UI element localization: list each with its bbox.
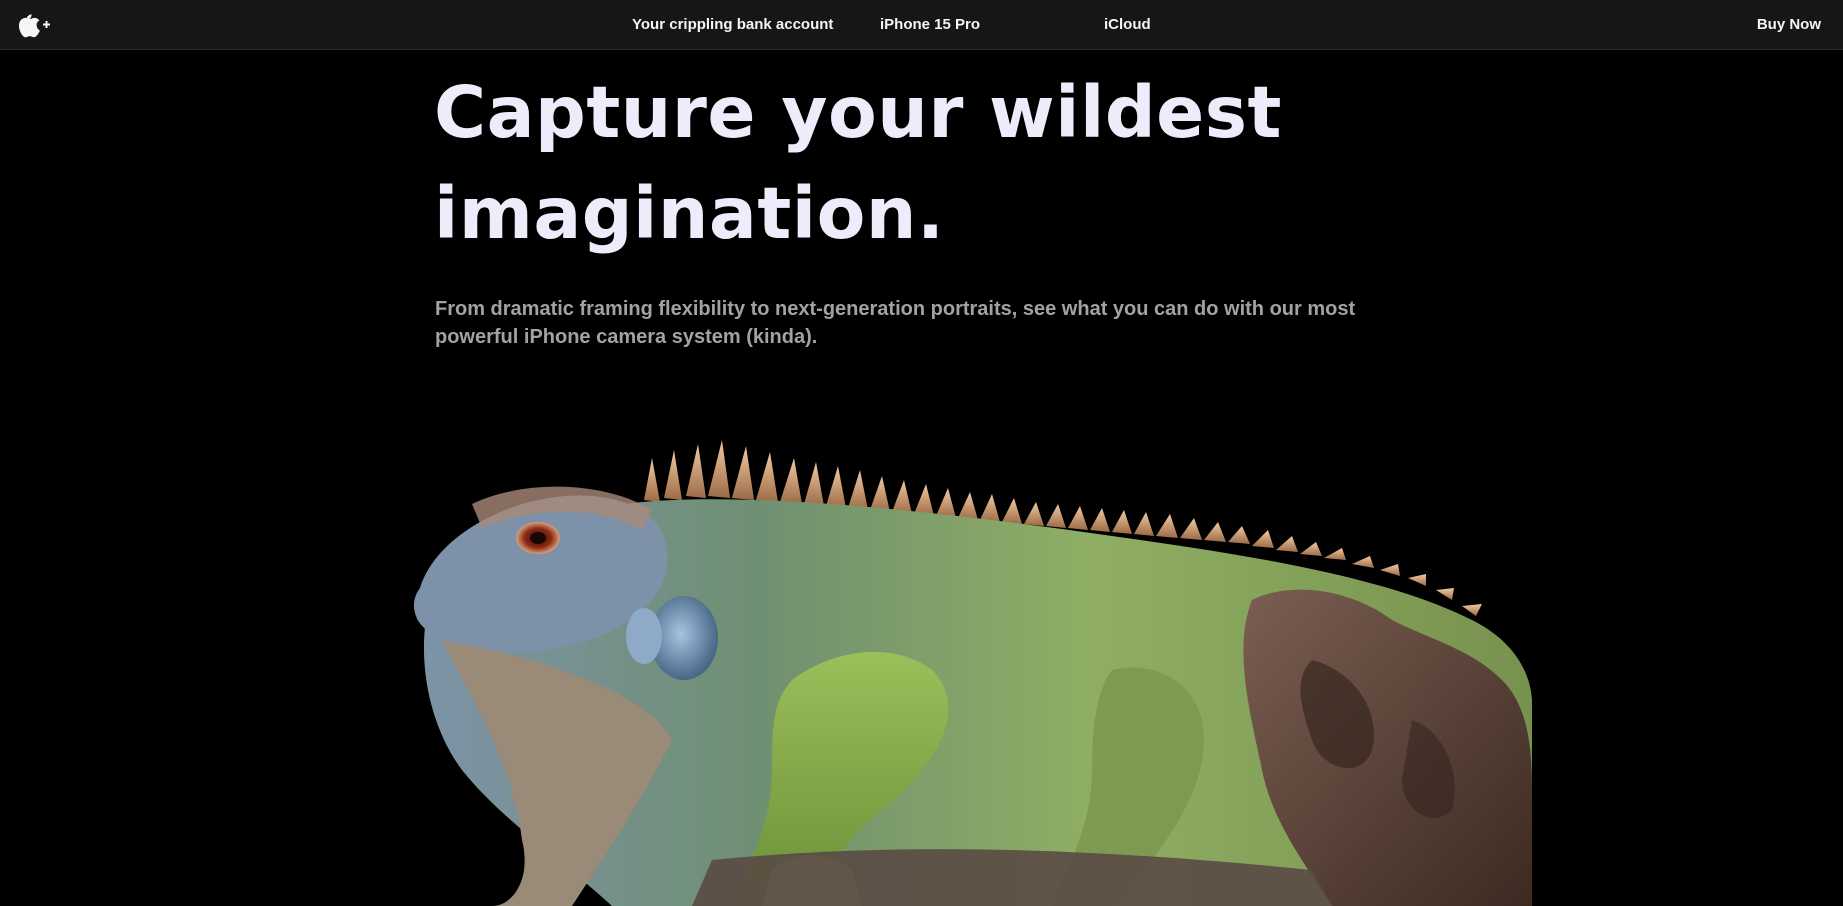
global-nav: Your crippling bank account iPhone 15 Pr… bbox=[0, 0, 1843, 50]
hero-headline-line-1: Capture your wildest bbox=[434, 71, 1282, 154]
apple-logo-icon[interactable] bbox=[18, 12, 52, 38]
hero-subheadline: From dramatic framing flexibility to nex… bbox=[435, 298, 1356, 348]
nav-link-icloud[interactable]: iCloud bbox=[1104, 0, 1151, 50]
iguana-hero-image bbox=[412, 440, 1532, 906]
hero-headline-line-2: imagination. bbox=[434, 172, 945, 255]
nav-link-bank-account[interactable]: Your crippling bank account bbox=[632, 0, 833, 50]
buy-now-link[interactable]: Buy Now bbox=[1757, 0, 1821, 50]
hero-headline: Capture your wildest imagination. bbox=[434, 62, 1334, 264]
nav-link-iphone-15-pro[interactable]: iPhone 15 Pro bbox=[880, 0, 980, 50]
